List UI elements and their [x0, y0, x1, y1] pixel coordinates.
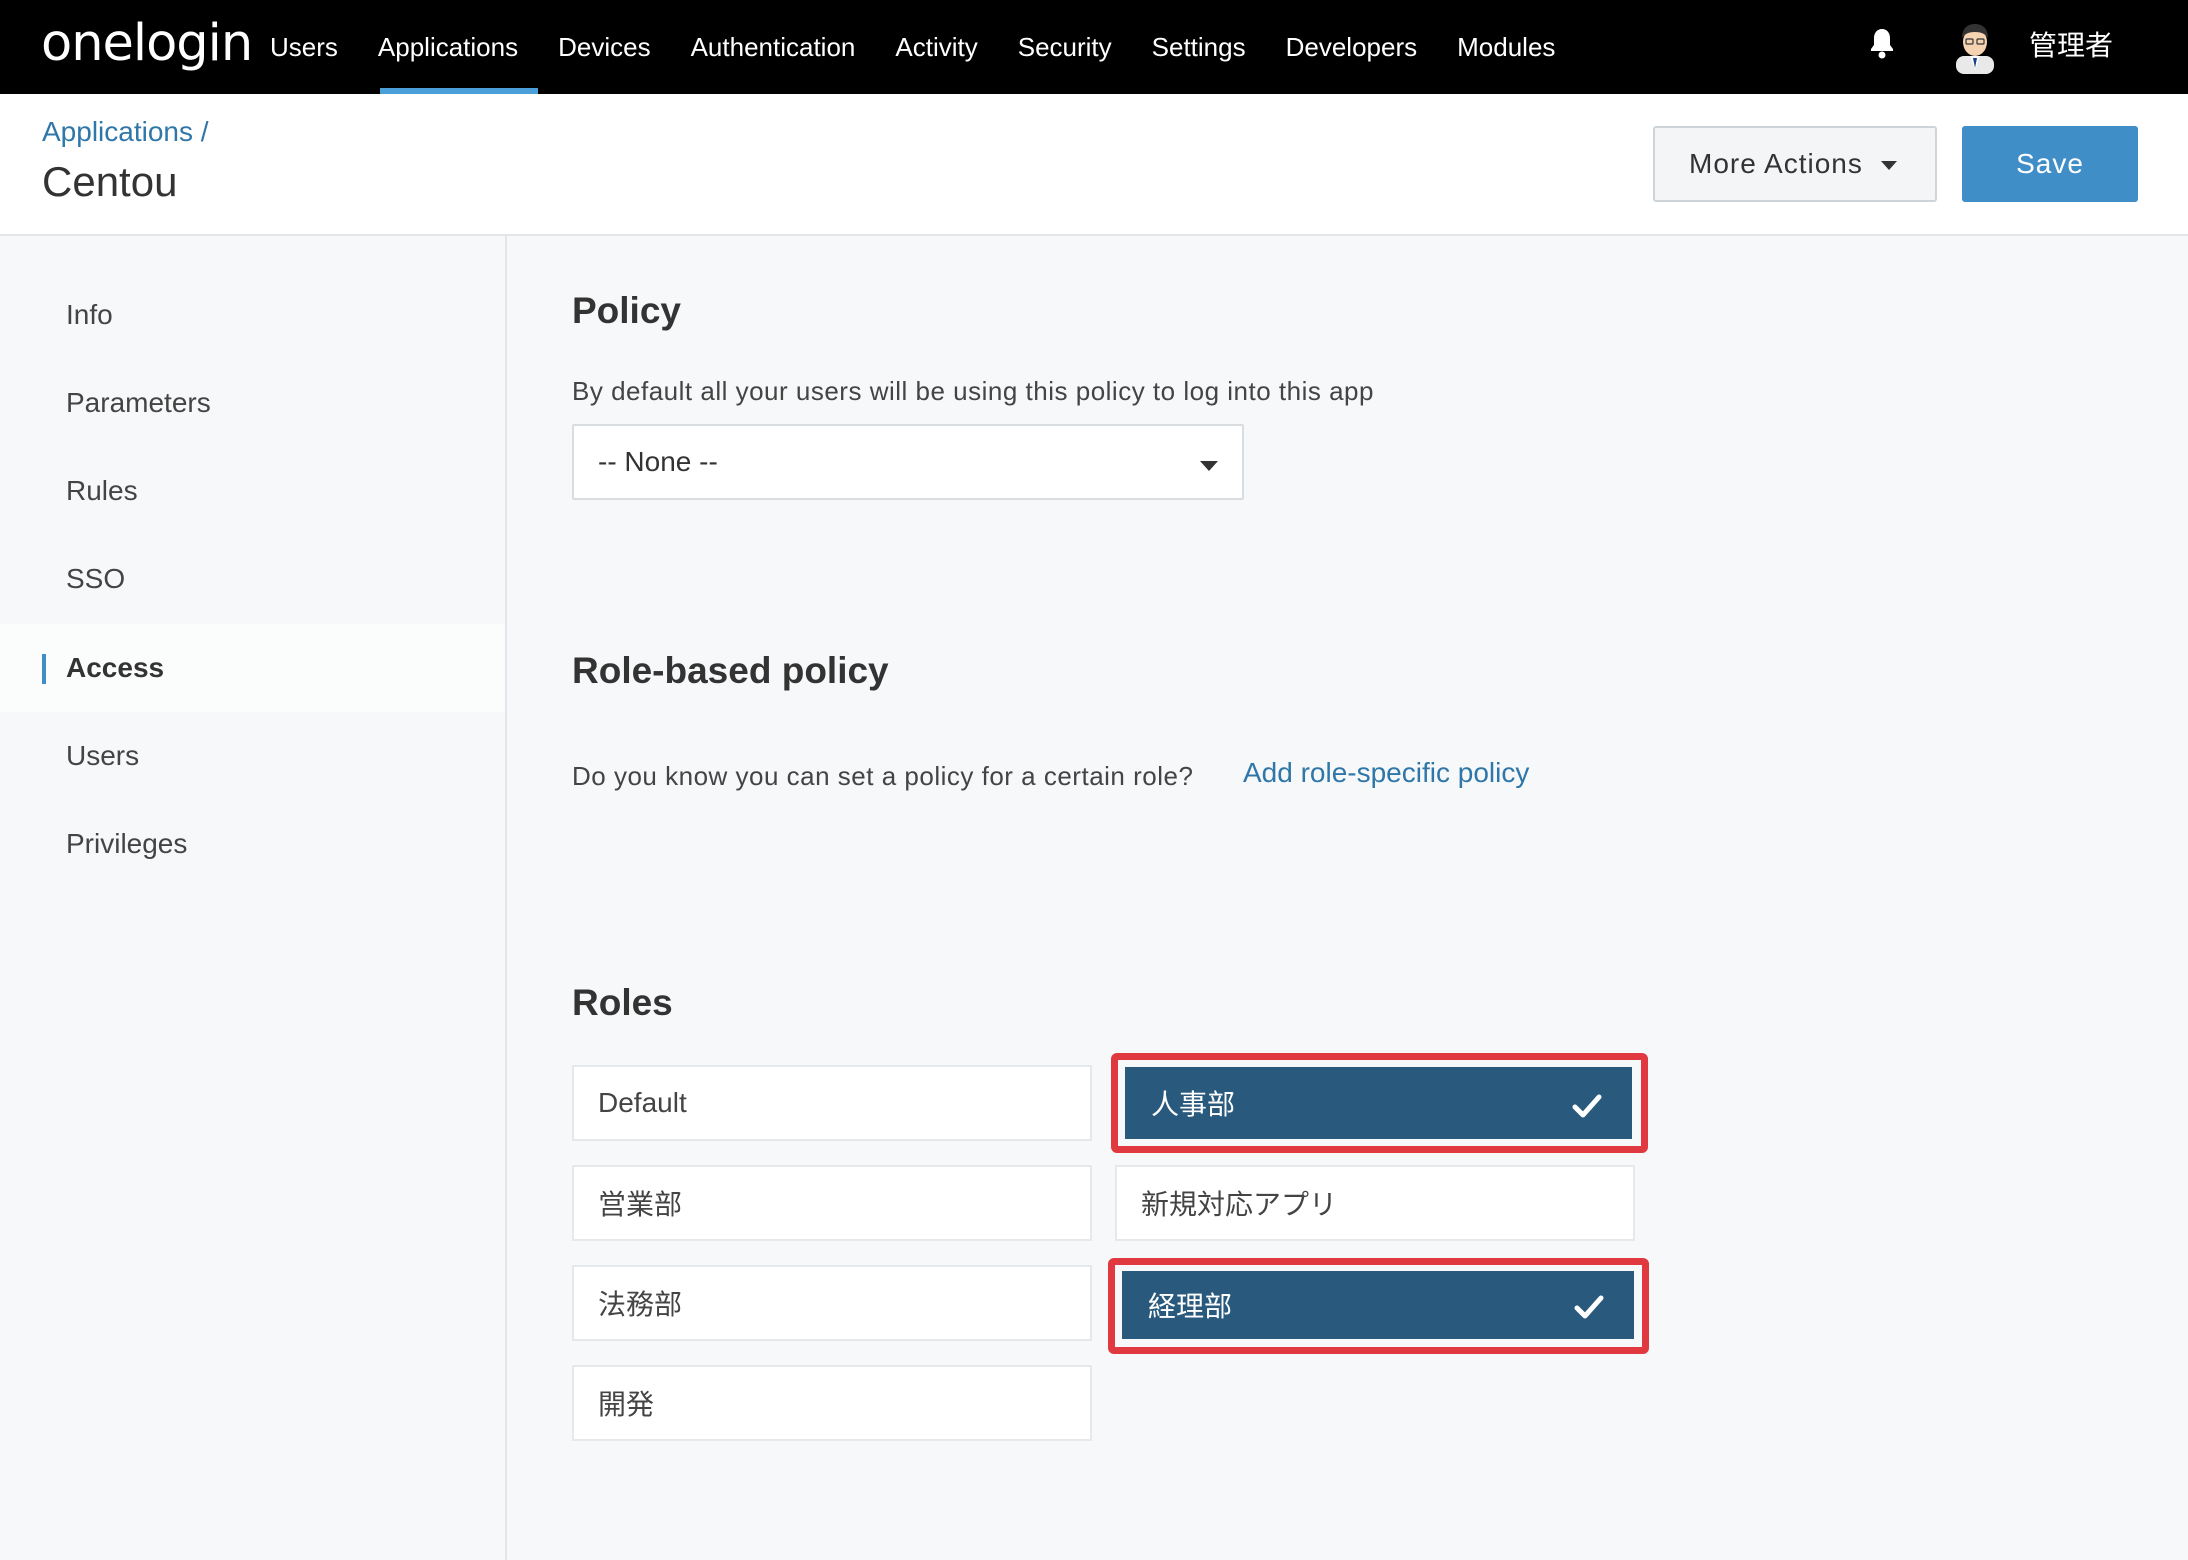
sidebar-item-info[interactable]: Info	[0, 271, 505, 359]
role-default[interactable]: Default	[572, 1065, 1092, 1141]
role-label: 人事部	[1151, 1089, 1236, 1120]
role-kaihatsu[interactable]: 開発	[572, 1365, 1092, 1441]
notification-bell-icon[interactable]	[1868, 27, 1896, 59]
more-actions-button[interactable]: More Actions	[1653, 126, 1937, 202]
more-actions-label: More Actions	[1689, 148, 1863, 179]
save-button[interactable]: Save	[1962, 126, 2138, 202]
caret-down-icon	[1881, 161, 1897, 170]
sidebar-item-sso[interactable]: SSO	[0, 535, 505, 623]
nav-authentication[interactable]: Authentication	[671, 0, 876, 94]
user-name[interactable]: 管理者	[2029, 24, 2113, 64]
sidebar-item-access[interactable]: Access	[0, 624, 505, 712]
policy-heading: Policy	[572, 290, 681, 331]
role-shinki[interactable]: 新規対応アプリ	[1115, 1165, 1635, 1241]
check-icon	[1574, 1295, 1604, 1319]
caret-down-icon	[1200, 461, 1218, 471]
role-label: 法務部	[598, 1289, 683, 1320]
role-label: Default	[598, 1087, 687, 1118]
role-keiri[interactable]: 経理部	[1122, 1271, 1634, 1339]
role-jinji[interactable]: 人事部	[1125, 1067, 1632, 1139]
role-label: 経理部	[1148, 1291, 1233, 1322]
sidebar-item-privileges[interactable]: Privileges	[0, 800, 505, 888]
role-policy-question: Do you know you can set a policy for a c…	[572, 761, 1194, 791]
check-icon	[1572, 1094, 1602, 1118]
role-label: 新規対応アプリ	[1141, 1189, 1338, 1220]
top-navigation-bar: onelogin Users Applications Devices Auth…	[0, 0, 2188, 94]
role-policy-heading: Role-based policy	[572, 650, 889, 691]
sidebar-item-users[interactable]: Users	[0, 712, 505, 800]
policy-select[interactable]: -- None --	[572, 424, 1244, 500]
user-avatar[interactable]	[1952, 20, 1998, 74]
role-eigyo[interactable]: 営業部	[572, 1165, 1092, 1241]
sidebar: Info Parameters Rules SSO Access Users P…	[0, 236, 507, 1560]
sidebar-item-parameters[interactable]: Parameters	[0, 359, 505, 447]
role-label: 開発	[598, 1389, 655, 1420]
nav-modules[interactable]: Modules	[1437, 0, 1575, 94]
role-label: 営業部	[598, 1189, 683, 1220]
nav-applications[interactable]: Applications	[358, 0, 539, 94]
sidebar-item-rules[interactable]: Rules	[0, 447, 505, 535]
add-role-policy-link[interactable]: Add role-specific policy	[1243, 757, 1529, 789]
nav-developers[interactable]: Developers	[1266, 0, 1438, 94]
roles-heading: Roles	[572, 982, 673, 1023]
policy-description: By default all your users will be using …	[572, 376, 1374, 406]
role-homu[interactable]: 法務部	[572, 1265, 1092, 1341]
nav-devices[interactable]: Devices	[538, 0, 670, 94]
main-nav: Users Applications Devices Authenticatio…	[250, 0, 1575, 94]
nav-activity[interactable]: Activity	[875, 0, 997, 94]
page-header: Applications / Centou More Actions Save	[0, 94, 2188, 236]
nav-security[interactable]: Security	[998, 0, 1132, 94]
page-title: Centou	[42, 158, 178, 205]
onelogin-logo[interactable]: onelogin	[41, 14, 253, 73]
nav-users[interactable]: Users	[250, 0, 358, 94]
breadcrumb[interactable]: Applications /	[42, 116, 209, 148]
policy-select-value: -- None --	[598, 446, 718, 477]
nav-settings[interactable]: Settings	[1132, 0, 1266, 94]
